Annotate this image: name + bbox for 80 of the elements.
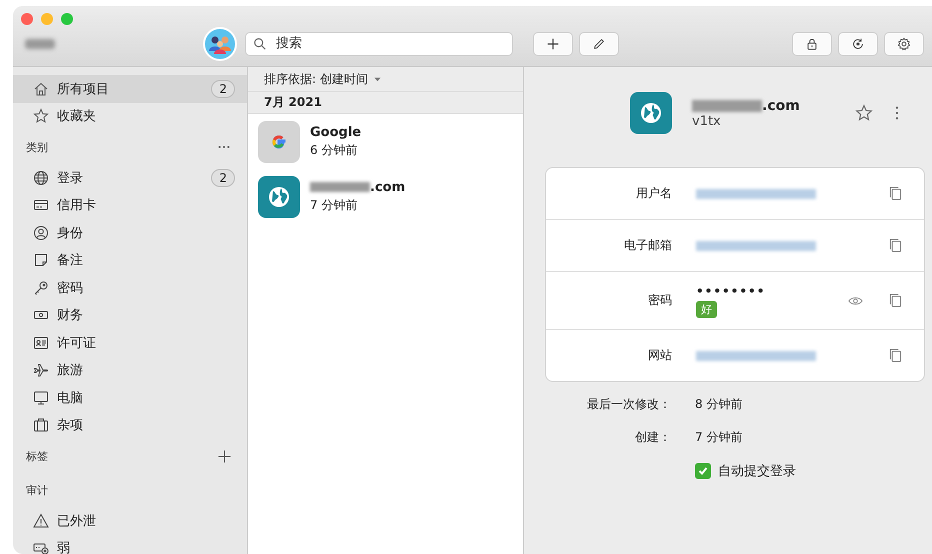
refresh-icon [851,36,865,50]
sidebar-item[interactable]: 弱 [13,534,247,554]
item-time: 6 分钟前 [310,142,358,158]
sidebar-item[interactable]: 财务 [13,302,247,329]
sidebar-item[interactable]: 信用卡 [13,192,247,219]
meta-value: 8 分钟前 [695,396,742,413]
warning-icon [33,512,49,529]
checkmark-icon [697,465,709,477]
meta-value: 7 分钟前 [695,429,742,446]
count-badge: 2 [211,80,235,98]
close-window-button[interactable] [21,13,33,25]
home-icon [33,80,49,97]
monitor-icon [33,390,49,406]
field-label: 密码 [647,292,673,309]
count-badge: 2 [211,168,235,187]
list-item[interactable]: .com 7 分钟前 [248,169,523,224]
airplane-icon [33,362,49,378]
vault-avatar-icon[interactable] [203,26,237,60]
field-label: 电子邮箱 [623,237,673,254]
id-card-icon [33,334,49,351]
eye-icon[interactable] [848,296,863,306]
item-title: Google [310,124,362,140]
person-icon [33,224,49,241]
meta-label: 最后一次修改： [586,396,672,413]
copy-icon[interactable] [889,348,902,363]
search-field[interactable]: 搜索 [245,32,513,56]
blurred-account-name [25,38,55,48]
sidebar-item[interactable]: 已外泄 [13,507,247,534]
group-header: 7月 2021 [248,92,523,114]
star-icon [33,108,49,124]
sidebar-item[interactable]: 许可证 [13,329,247,356]
section-title: 标签 [26,448,48,464]
globe-icon [33,170,49,186]
field-label: 用户名 [635,185,673,202]
globe-app-icon [258,176,300,218]
lock-icon [805,36,819,50]
field-label: 网站 [647,347,673,364]
sidebar-item[interactable]: 旅游 [13,356,247,384]
caret-icon [374,76,381,82]
add-button[interactable] [533,32,573,56]
settings-button[interactable] [884,32,924,56]
auto-submit-checkbox[interactable]: 自动提交登录 [695,462,925,480]
plus-icon[interactable] [218,450,231,462]
section-title: 审计 [26,482,48,498]
sidebar-item[interactable]: 备注 [13,246,247,274]
item-title: .com [370,180,406,194]
blurred-text [692,100,762,112]
sidebar-item[interactable]: 收藏夹 [13,102,247,130]
meta-label: 创建： [634,429,672,446]
search-icon [253,36,267,50]
item-subtitle: v1tx [692,114,722,128]
strength-badge: 好 [696,300,717,318]
item-title: .com [762,98,800,114]
plus-icon [546,36,560,50]
lock-button[interactable] [792,32,832,56]
more-icon[interactable] [217,144,231,150]
briefcase-icon [33,417,49,434]
copy-icon[interactable] [889,293,902,308]
sidebar-item[interactable]: 电脑 [13,384,247,412]
more-icon[interactable] [895,106,899,120]
password-value: •••••••• [696,284,766,298]
star-icon[interactable] [855,104,873,122]
sync-button[interactable] [838,32,878,56]
sidebar-item[interactable]: 所有项目 2 [13,75,247,102]
globe-app-icon [630,92,672,134]
copy-icon[interactable] [889,186,902,201]
note-icon [33,252,49,268]
copy-icon[interactable] [889,238,902,253]
settings-icon [897,36,911,50]
key-icon [33,280,49,296]
edit-button[interactable] [579,32,619,56]
sidebar-item[interactable]: 密码 [13,274,247,302]
section-title: 类别 [26,140,48,154]
google-app-icon [258,120,300,162]
item-time: 7 分钟前 [310,196,358,214]
sidebar-item[interactable]: 杂项 [13,412,247,439]
sidebar-item[interactable]: 登录 2 [13,164,247,192]
list-item[interactable]: Google 6 分钟前 [248,114,523,169]
pencil-icon [592,36,606,50]
sidebar-item[interactable]: 身份 [13,219,247,246]
